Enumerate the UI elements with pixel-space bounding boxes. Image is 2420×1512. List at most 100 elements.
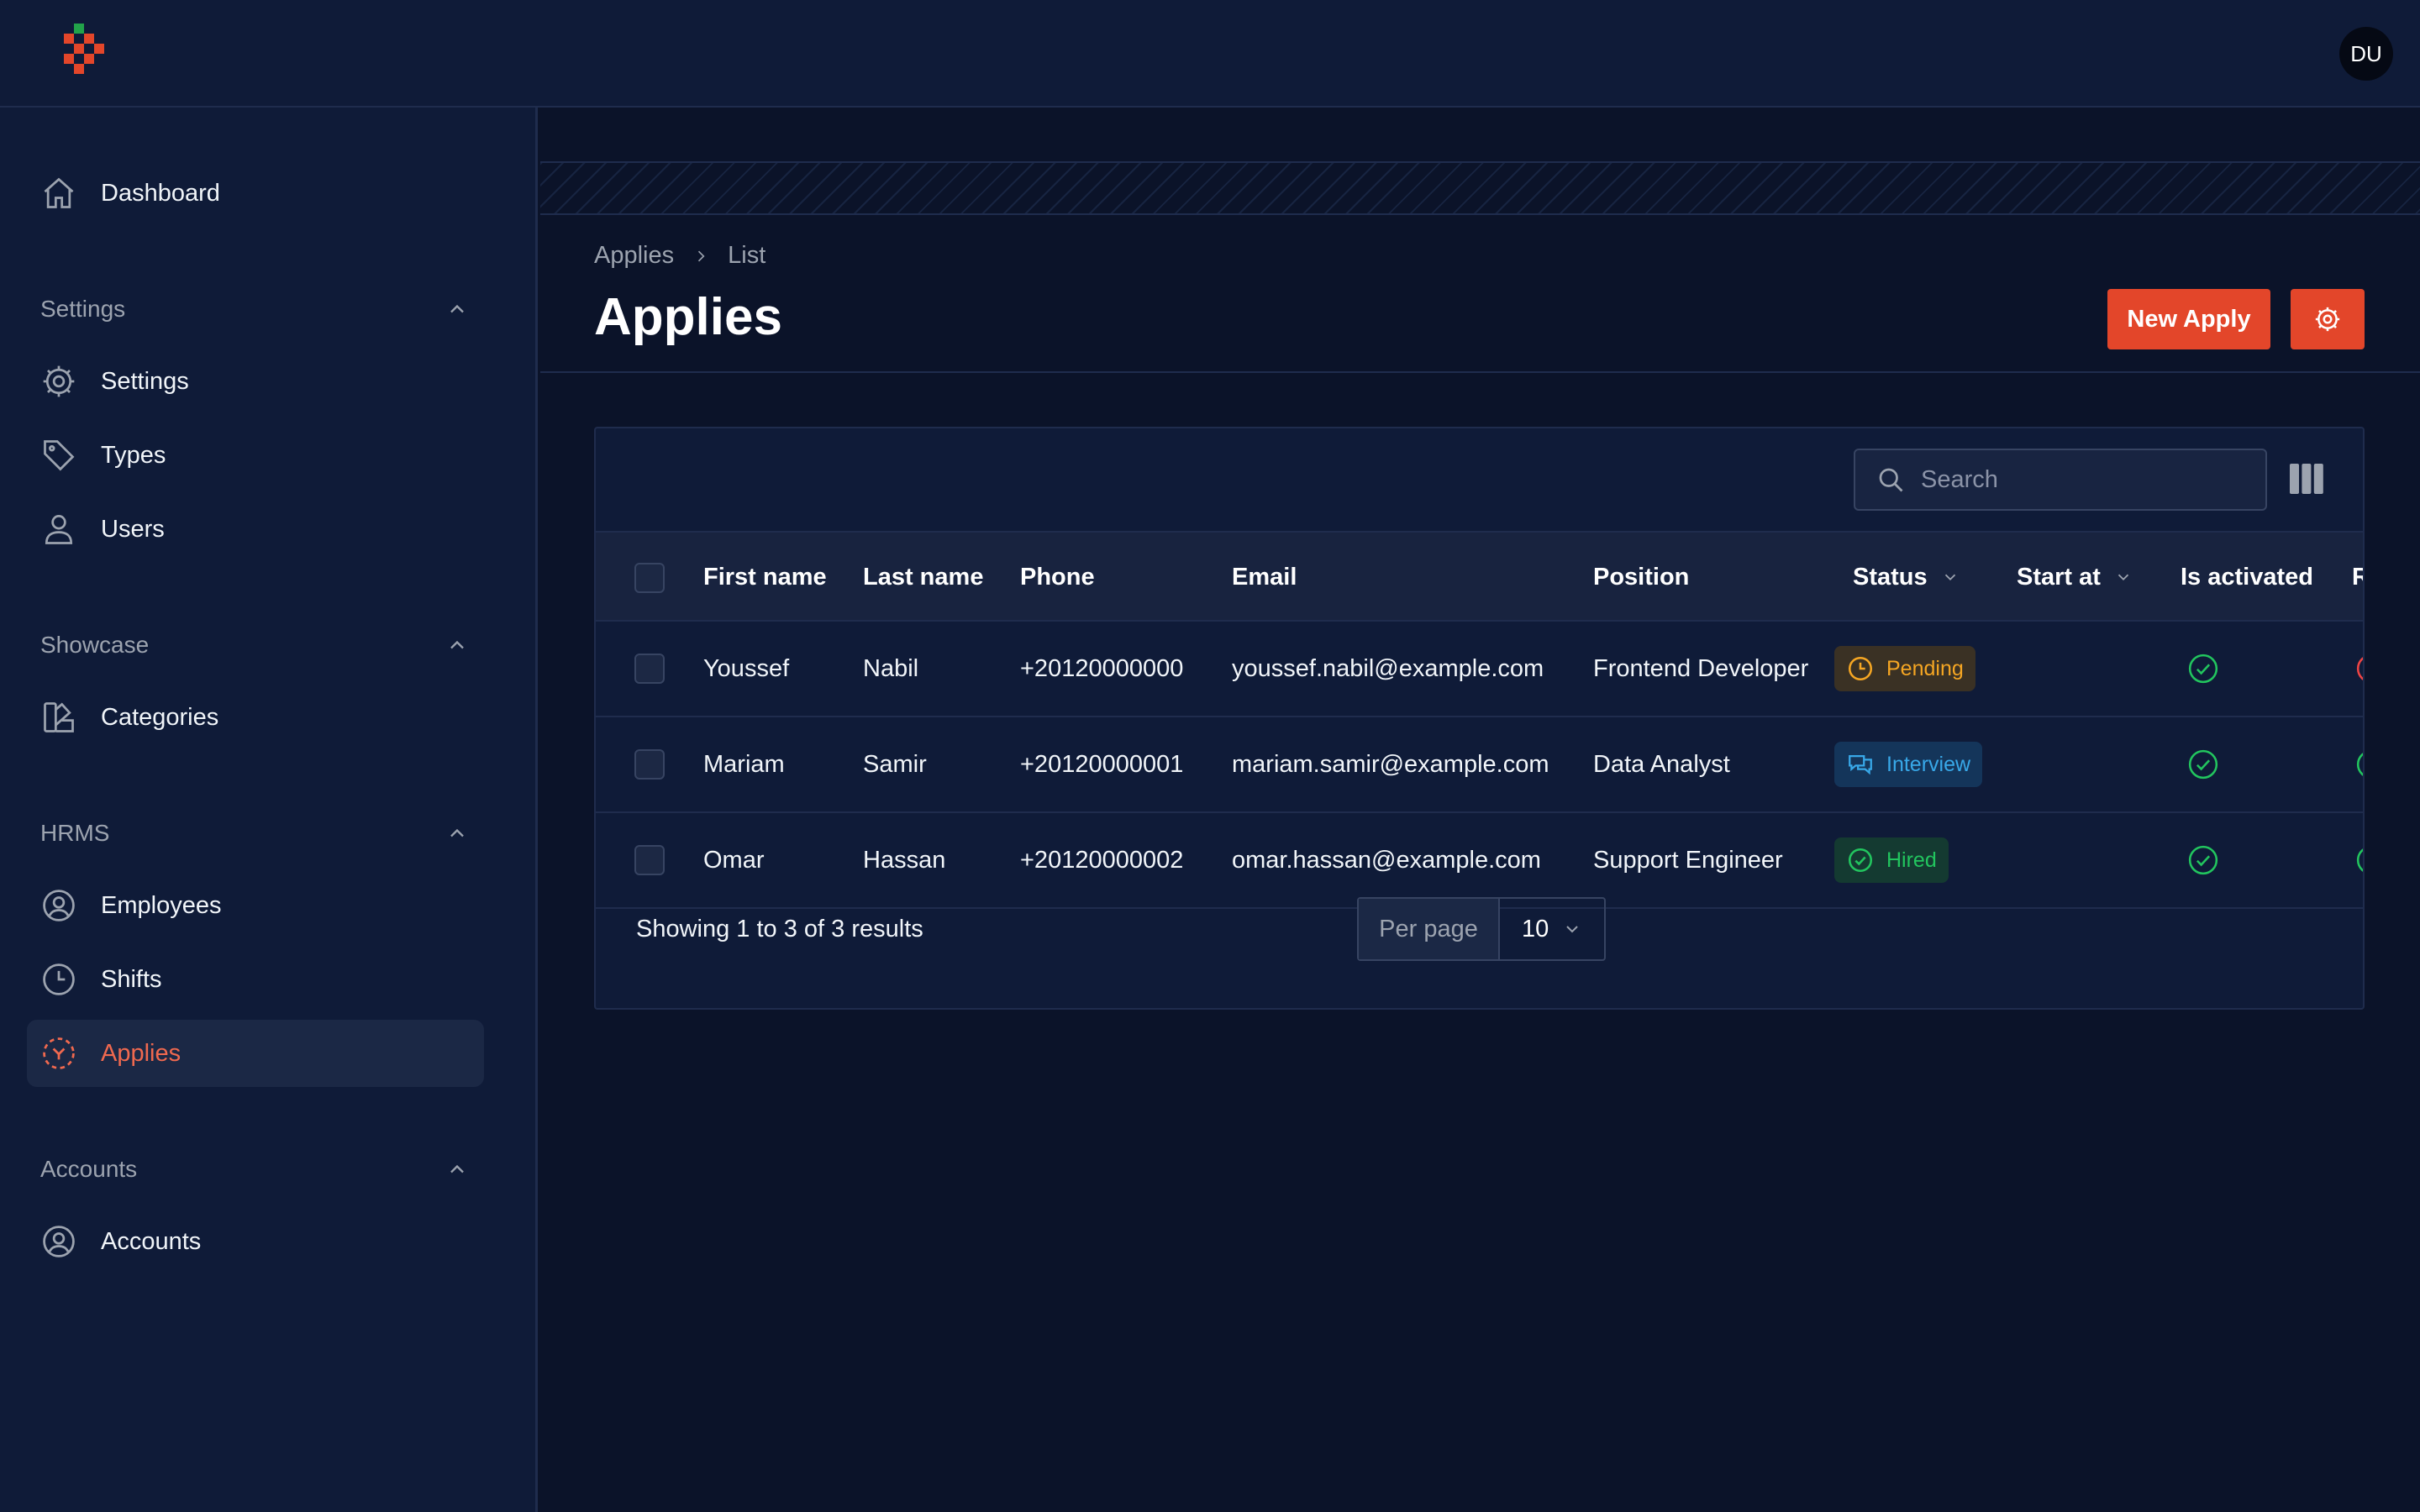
cell-email: mariam.samir@example.com (1232, 750, 1549, 778)
swatch-icon (40, 699, 77, 736)
column-header-start-at[interactable]: Start at (2017, 533, 2133, 622)
sidebar-item-settings[interactable]: Settings (27, 348, 484, 415)
check-circle-icon (2188, 749, 2218, 780)
row-checkbox[interactable] (634, 749, 665, 780)
table-row[interactable]: Youssef Nabil +20120000000 youssef.nabil… (596, 622, 2363, 717)
chevron-up-icon[interactable] (445, 297, 469, 321)
status-badge: Interview (1834, 742, 1983, 787)
sidebar-item-types[interactable]: Types (27, 422, 484, 489)
column-header-is-activated[interactable]: Is activated (2181, 533, 2313, 622)
pagination-summary: Showing 1 to 3 of 3 results (636, 915, 923, 942)
row-checkbox[interactable] (634, 654, 665, 684)
per-page-dropdown[interactable]: 10 (1500, 899, 1604, 959)
sidebar-item-label: Employees (101, 891, 222, 919)
page-header: Applies List Applies New Apply (540, 217, 2420, 373)
top-strip (540, 109, 2420, 163)
sidebar-item-label: Accounts (101, 1227, 202, 1255)
cell-first-name: Mariam (703, 750, 785, 778)
applies-table-card: First name Last name Phone Email Positio… (594, 427, 2365, 1010)
column-header-position[interactable]: Position (1593, 533, 1689, 622)
cell-position: Support Engineer (1593, 846, 1783, 874)
hatched-banner (540, 163, 2420, 215)
column-header-status[interactable]: Status (1853, 533, 1960, 622)
chevron-up-icon[interactable] (445, 822, 469, 845)
chevron-down-icon[interactable] (1941, 568, 1960, 586)
select-all-checkbox[interactable] (634, 563, 665, 593)
row-checkbox[interactable] (634, 845, 665, 875)
column-header-email[interactable]: Email (1232, 533, 1297, 622)
gear-icon (2315, 307, 2340, 332)
group-label: Showcase (40, 632, 150, 658)
column-header-phone[interactable]: Phone (1020, 533, 1095, 622)
cell-first-name: Youssef (703, 654, 790, 682)
chat-bubbles-icon (1849, 754, 1872, 775)
group-settings-header[interactable]: Settings (40, 292, 469, 326)
sidebar-item-applies[interactable]: Applies (27, 1020, 484, 1087)
column-header-first-name[interactable]: First name (703, 533, 827, 622)
chevron-up-icon[interactable] (445, 1158, 469, 1181)
viewfinder-icon (40, 1035, 77, 1072)
chevron-down-icon[interactable] (2114, 568, 2133, 586)
cell-first-name: Omar (703, 846, 765, 874)
user-icon (40, 511, 77, 548)
cell-phone: +20120000001 (1020, 750, 1184, 778)
settings-action-button[interactable] (2291, 289, 2365, 349)
group-hrms-header[interactable]: HRMS (40, 816, 469, 850)
cell-last-name: Hassan (863, 846, 946, 874)
cell-email: youssef.nabil@example.com (1232, 654, 1544, 682)
sidebar-item-label: Categories (101, 703, 219, 731)
check-circle-icon (2188, 654, 2218, 684)
chevron-down-icon (1566, 926, 1578, 933)
group-label: Accounts (40, 1156, 138, 1182)
x-circle-icon (2356, 657, 2363, 680)
gear-icon (40, 363, 77, 400)
column-toggle-icon[interactable] (2290, 464, 2323, 494)
cell-email: omar.hassan@example.com (1232, 846, 1541, 874)
check-circle-icon (2188, 845, 2218, 875)
breadcrumb-link-applies[interactable]: Applies (594, 242, 674, 270)
search-input[interactable] (1921, 465, 2257, 494)
sidebar-item-dashboard[interactable]: Dashboard (27, 160, 484, 227)
check-circle-icon (1848, 848, 1873, 873)
per-page-label: Per page (1359, 899, 1500, 959)
per-page-select[interactable]: Per page 10 (1357, 897, 1606, 961)
status-label: Pending (1886, 656, 1964, 680)
group-label: Settings (40, 296, 126, 322)
breadcrumb-current: List (728, 242, 766, 269)
user-circle-icon (40, 1223, 77, 1260)
sidebar-item-label: Applies (101, 1039, 182, 1067)
table-header: First name Last name Phone Email Positio… (596, 531, 2363, 622)
table-row[interactable]: Mariam Samir +20120000001 mariam.samir@e… (596, 717, 2363, 813)
cell-position: Data Analyst (1593, 750, 1730, 778)
sidebar-item-accounts[interactable]: Accounts (27, 1208, 484, 1275)
sidebar-item-label: Settings (101, 367, 189, 395)
cell-last-name: Samir (863, 750, 927, 778)
sidebar-item-shifts[interactable]: Shifts (27, 946, 484, 1013)
sidebar-item-label: Dashboard (101, 179, 220, 207)
sidebar: Dashboard Settings Settings Types Users … (0, 108, 538, 1512)
avatar[interactable]: DU (2339, 27, 2393, 81)
sidebar-item-employees[interactable]: Employees (27, 872, 484, 939)
status-badge: Pending (1834, 646, 1975, 691)
column-header-r[interactable]: R (2352, 533, 2363, 622)
column-header-last-name[interactable]: Last name (863, 533, 983, 622)
user-circle-icon (40, 887, 77, 924)
home-icon (40, 175, 77, 212)
chevron-up-icon[interactable] (445, 633, 469, 657)
table-row[interactable]: Omar Hassan +20120000002 omar.hassan@exa… (596, 813, 2363, 909)
logo-icon[interactable] (54, 24, 108, 84)
per-page-value: 10 (1522, 915, 1549, 942)
group-showcase-header[interactable]: Showcase (40, 628, 469, 662)
group-accounts-header[interactable]: Accounts (40, 1152, 469, 1186)
status-label: Interview (1886, 752, 1971, 776)
sidebar-item-categories[interactable]: Categories (27, 684, 484, 751)
cell-position: Frontend Developer (1593, 654, 1809, 682)
search-icon (1879, 468, 1903, 492)
new-apply-button[interactable]: New Apply (2107, 289, 2270, 349)
search-field[interactable] (1854, 449, 2267, 511)
sidebar-item-users[interactable]: Users (27, 496, 484, 563)
sidebar-item-label: Users (101, 515, 165, 543)
sidebar-item-label: Shifts (101, 965, 162, 993)
column-header-label: Start at (2017, 563, 2101, 591)
cell-phone: +20120000002 (1020, 846, 1184, 874)
